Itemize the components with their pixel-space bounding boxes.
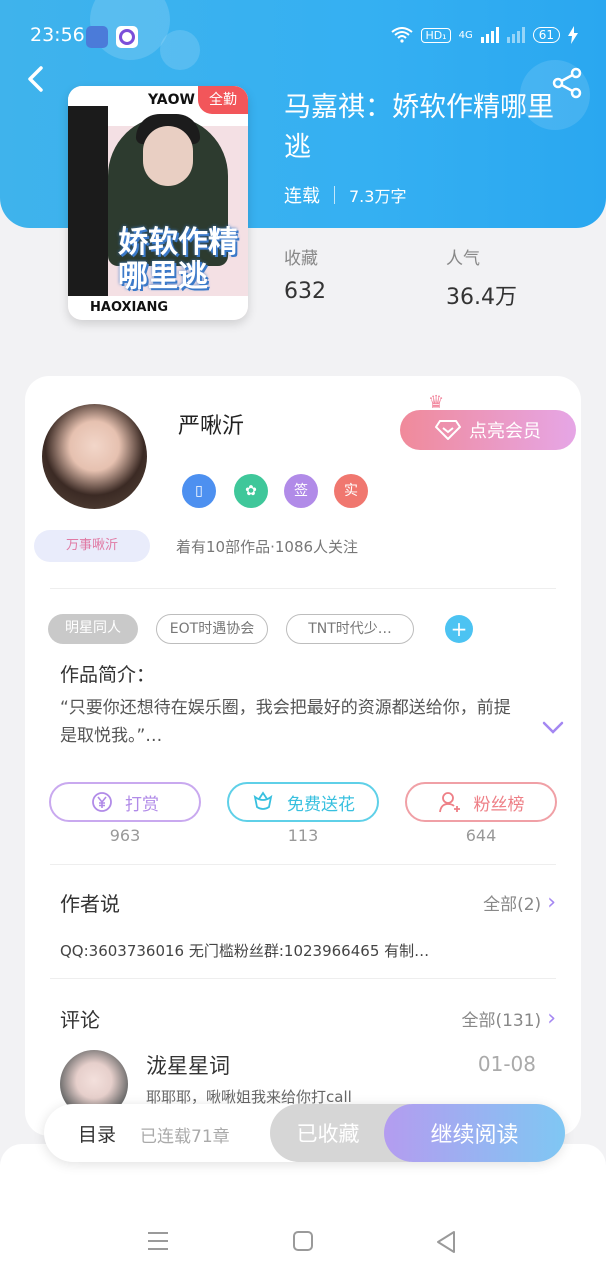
tag-chip[interactable]: 明星同人 — [48, 614, 138, 644]
verified-badge[interactable]: 实 — [334, 474, 368, 508]
send-flower-button[interactable]: 免费送花 — [227, 782, 379, 822]
cover-left-band — [68, 106, 108, 306]
yen-icon — [92, 792, 112, 812]
chevron-down-icon[interactable] — [540, 714, 566, 740]
stat-value: 632 — [284, 279, 326, 304]
book-cover[interactable]: YAOW 娇软作精哪里逃 HAOXIANG — [68, 86, 248, 320]
commenter-name: 泷星星词 — [146, 1054, 230, 1078]
word-count: 7.3万字 — [349, 187, 407, 206]
tag-chip[interactable]: TNT时代少… — [286, 614, 414, 644]
divider — [50, 588, 556, 589]
flower-count: 113 — [287, 826, 319, 845]
toc-chapter-count: 已连载71章 — [140, 1127, 230, 1147]
tag-chip[interactable]: EOT时遇协会 — [156, 614, 268, 644]
flower-badge-icon[interactable]: ✿ — [234, 474, 268, 508]
book-title: 马嘉祺：娇软作精哪里逃 — [284, 92, 554, 163]
signal-icon — [480, 27, 499, 43]
status-icons: HD₁ 4G 61 — [391, 26, 578, 44]
author-says-text: QQ:3603736016 无门槛粉丝群:1023966465 有制… — [60, 942, 430, 960]
meta-divider — [334, 186, 335, 204]
fans-ranking-button[interactable]: 粉丝榜 — [405, 782, 557, 822]
network-label: 4G — [458, 29, 473, 41]
full-attendance-tag: 全勤 — [198, 86, 248, 114]
menu-icon[interactable] — [146, 1230, 170, 1252]
divider — [50, 978, 556, 979]
author-avatar[interactable] — [42, 404, 147, 509]
author-nickname-tag: 万事啾沂 — [34, 530, 150, 562]
comments-more[interactable]: 全部(131) › — [461, 1006, 556, 1031]
decor-bubble — [160, 30, 200, 70]
flower-icon — [253, 791, 273, 810]
cover-top-word: YAOW — [148, 92, 195, 108]
comment-date: 01-08 — [477, 1052, 536, 1076]
diamond-icon — [435, 420, 461, 440]
divider — [50, 864, 556, 865]
author-info: 着有10部作品·1086人关注 — [176, 538, 359, 556]
cover-bottom-word: HAOXIANG — [90, 300, 168, 315]
wifi-icon — [391, 27, 414, 43]
continue-reading-button[interactable]: 继续阅读 — [384, 1104, 565, 1162]
home-icon[interactable] — [291, 1230, 315, 1252]
back-icon[interactable] — [22, 64, 52, 94]
vip-button[interactable]: 点亮会员 — [400, 410, 576, 450]
book-status: 连载 — [284, 186, 320, 207]
bottom-nav-area — [0, 1144, 606, 1280]
android-app-icon — [86, 26, 108, 48]
tip-button[interactable]: 打赏 — [49, 782, 201, 822]
author-says-more-label: 全部(2) — [483, 895, 542, 915]
add-tag-icon[interactable]: + — [445, 615, 473, 643]
phone-badge-icon[interactable]: ▯ — [182, 474, 216, 508]
chevron-right-icon: › — [547, 890, 556, 915]
cover-title: 娇软作精哪里逃 — [118, 225, 238, 294]
signal-icon-2 — [506, 27, 525, 43]
book-meta: 连载 7.3万字 — [284, 182, 406, 208]
author-says-more[interactable]: 全部(2) › — [483, 890, 556, 915]
stat-label: 人气 — [446, 249, 480, 269]
vip-button-label: 点亮会员 — [469, 421, 541, 442]
comments-more-label: 全部(131) — [461, 1011, 542, 1031]
battery-indicator: 61 — [532, 27, 560, 43]
fans-count: 644 — [465, 826, 497, 845]
comments-heading: 评论 — [60, 1008, 100, 1032]
author-name[interactable]: 严啾沂 — [178, 408, 244, 440]
tip-label: 打赏 — [125, 794, 159, 815]
fans-ranking-label: 粉丝榜 — [473, 794, 525, 815]
tip-count: 963 — [109, 826, 141, 845]
send-flower-label: 免费送花 — [287, 794, 355, 815]
stat-label: 收藏 — [284, 249, 318, 269]
hd-badge: HD₁ — [421, 27, 451, 43]
cover-face — [143, 126, 193, 186]
chevron-right-icon: › — [547, 1006, 556, 1031]
back-nav-icon[interactable] — [434, 1230, 458, 1254]
fans-icon — [438, 792, 460, 813]
status-time: 23:56 — [30, 24, 85, 46]
stat-favorites: 收藏 632 — [284, 244, 326, 304]
intro-heading: 作品简介： — [60, 664, 156, 686]
sign-badge[interactable]: 签 — [284, 474, 318, 508]
intro-text: “只要你还想待在娱乐圈，我会把最好的资源都送给你，前提是取悦我。”… — [60, 698, 511, 746]
stat-popularity: 人气 36.4万 — [446, 244, 517, 311]
toc-button[interactable]: 目录 — [78, 1120, 116, 1147]
charging-icon — [568, 26, 578, 44]
stat-value: 36.4万 — [446, 285, 517, 310]
app-notification-icon — [116, 26, 138, 48]
author-says-heading: 作者说 — [60, 892, 120, 916]
